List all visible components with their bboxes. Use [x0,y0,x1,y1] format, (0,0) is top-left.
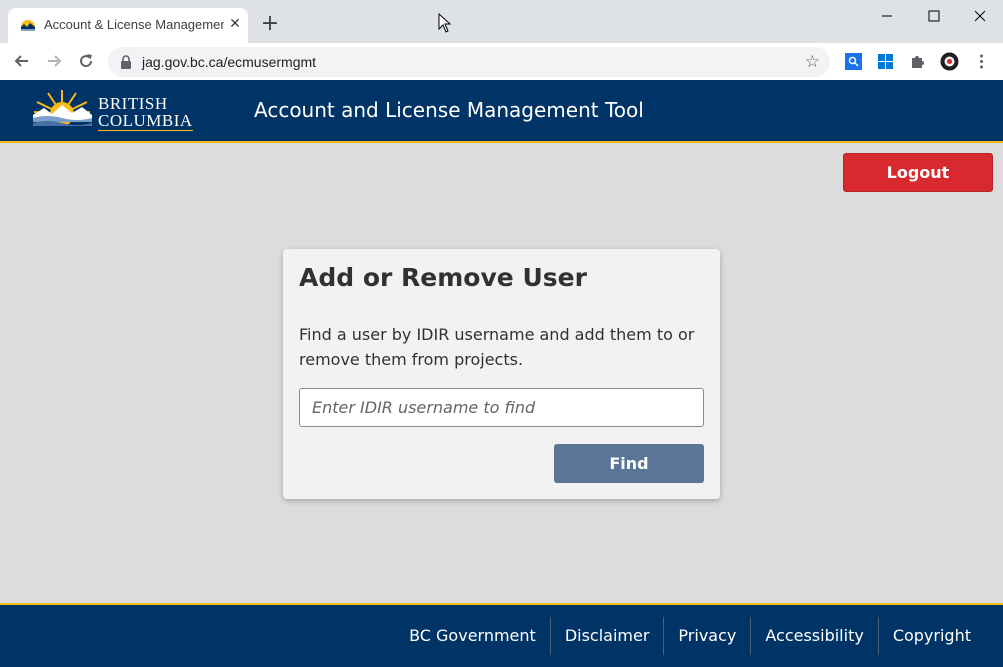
bc-sun-mountains-icon [33,90,92,126]
maximize-window-icon[interactable] [911,4,957,28]
browser-menu-icon[interactable] [973,53,990,70]
back-arrow-icon[interactable] [12,51,32,71]
new-tab-button[interactable]: + [259,13,281,35]
browser-toolbar: jag.gov.bc.ca/ecmusermgmt ☆ [0,43,1003,81]
footer-link-accessibility[interactable]: Accessibility [750,617,877,655]
mouse-cursor-icon [438,13,452,33]
search-extension-icon[interactable] [845,53,862,70]
url-text: jag.gov.bc.ca/ecmusermgmt [142,54,317,70]
bc-favicon-icon [21,20,35,31]
logo-line-2: COLUMBIA [98,111,193,131]
add-remove-user-card: Add or Remove User Find a user by IDIR u… [283,249,720,499]
tab-title: Account & License Management [44,17,224,32]
footer-links: BC Government Disclaimer Privacy Accessi… [395,617,985,655]
idir-username-input[interactable] [299,388,704,427]
browser-tab[interactable]: Account & License Management ✕ [8,8,248,43]
site-header: BRITISH COLUMBIA Account and License Man… [0,80,1003,143]
close-window-icon[interactable] [957,4,1003,28]
site-footer: BC Government Disclaimer Privacy Accessi… [0,603,1003,667]
reload-icon[interactable] [76,51,96,71]
app-title: Account and License Management Tool [254,98,644,122]
logo-wordmark: BRITISH COLUMBIA [98,95,193,131]
minimize-window-icon[interactable] [864,4,910,28]
address-bar[interactable]: jag.gov.bc.ca/ecmusermgmt ☆ [108,47,830,77]
card-title: Add or Remove User [299,263,587,292]
lock-icon [121,55,131,69]
footer-link-copyright[interactable]: Copyright [877,617,985,655]
logout-button[interactable]: Logout [843,153,993,192]
windows-extension-icon[interactable] [877,53,894,70]
bc-gov-logo[interactable]: BRITISH COLUMBIA [32,88,193,134]
find-button[interactable]: Find [554,444,704,483]
footer-link-disclaimer[interactable]: Disclaimer [549,617,664,655]
card-description: Find a user by IDIR username and add the… [299,325,695,369]
tab-close-icon[interactable]: ✕ [227,14,243,34]
footer-link-privacy[interactable]: Privacy [663,617,750,655]
puzzle-extensions-icon[interactable] [909,53,926,70]
footer-link-bc-government[interactable]: BC Government [395,617,550,655]
forward-arrow-icon[interactable] [44,51,64,71]
profile-avatar-icon[interactable] [940,52,959,71]
bookmark-star-icon[interactable]: ☆ [805,52,820,72]
browser-tab-strip: Account & License Management ✕ + [0,0,1003,43]
